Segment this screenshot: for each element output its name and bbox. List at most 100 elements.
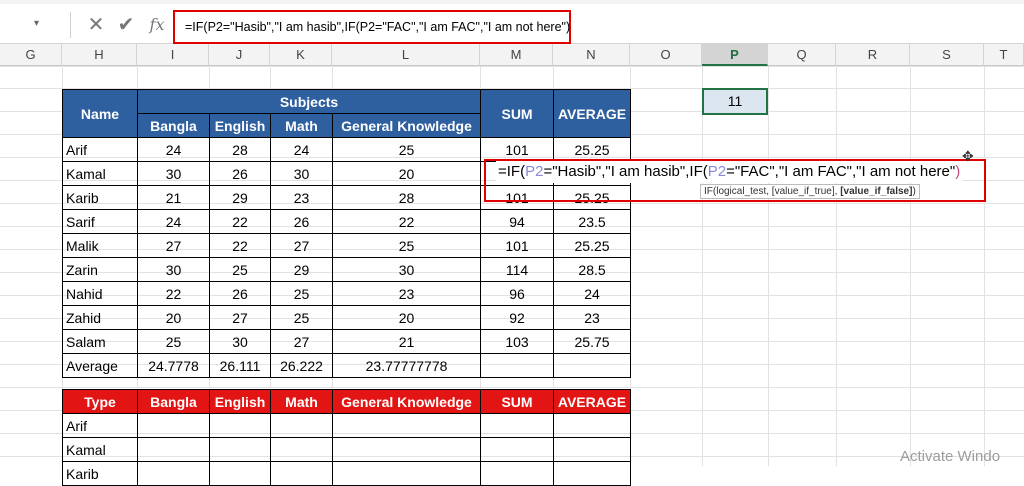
cell[interactable]	[137, 461, 210, 486]
cell[interactable]: 24	[137, 209, 210, 234]
column-header-h[interactable]: H	[62, 44, 137, 66]
cell[interactable]: 22	[209, 209, 271, 234]
cell[interactable]	[480, 413, 554, 438]
name-cell[interactable]: Karib	[62, 185, 138, 210]
cell[interactable]: 22	[137, 281, 210, 306]
cell[interactable]	[553, 461, 631, 486]
column-header-p[interactable]: P	[702, 44, 768, 66]
cell[interactable]: 21	[137, 185, 210, 210]
cell[interactable]: 23	[270, 185, 333, 210]
cell-edit-formula[interactable]: =IF(P2="Hasib","I am hasib",IF(P2="FAC",…	[496, 161, 963, 183]
name-cell[interactable]: Salam	[62, 329, 138, 354]
column-header-q[interactable]: Q	[768, 44, 836, 66]
name-cell[interactable]: Arif	[62, 137, 138, 162]
cell[interactable]	[209, 461, 271, 486]
cell[interactable]: 94	[480, 209, 555, 234]
cell[interactable]: 20	[331, 161, 482, 186]
column-header-s[interactable]: S	[910, 44, 984, 66]
column-header-n[interactable]: N	[553, 44, 630, 66]
insert-function-icon[interactable]: fx	[146, 14, 168, 36]
cell[interactable]: 27	[270, 233, 333, 258]
cell[interactable]	[480, 353, 555, 378]
name-cell[interactable]: Zarin	[62, 257, 138, 282]
cell[interactable]: 30	[137, 257, 210, 282]
cell[interactable]	[270, 413, 333, 438]
cell[interactable]: 24	[270, 137, 333, 162]
cell[interactable]	[137, 413, 210, 438]
cell[interactable]: 21	[331, 329, 482, 354]
cell[interactable]: 25.25	[553, 233, 632, 258]
cell[interactable]: 101	[480, 233, 555, 258]
cell-p2[interactable]: 11	[702, 88, 768, 115]
cell[interactable]: 28	[209, 137, 271, 162]
cell[interactable]: 24.7778	[137, 353, 210, 378]
cell[interactable]: 27	[209, 305, 271, 330]
column-header-g[interactable]: G	[0, 44, 62, 66]
cell[interactable]: 22	[331, 209, 482, 234]
cell[interactable]: 26	[209, 281, 271, 306]
name-cell[interactable]: Kamal	[62, 437, 138, 462]
cell[interactable]	[553, 353, 632, 378]
name-cell[interactable]: Arif	[62, 413, 138, 438]
cell[interactable]: 30	[331, 257, 482, 282]
cell[interactable]: 25	[331, 137, 482, 162]
cell[interactable]	[332, 413, 481, 438]
cancel-icon[interactable]: ✕	[84, 14, 108, 36]
cell[interactable]	[137, 437, 210, 462]
name-cell[interactable]: Nahid	[62, 281, 138, 306]
cell[interactable]: 29	[209, 185, 271, 210]
cell[interactable]: 25	[270, 305, 333, 330]
cell[interactable]: 25	[331, 233, 482, 258]
column-header-t[interactable]: T	[984, 44, 1024, 66]
cell[interactable]: 30	[137, 161, 210, 186]
cell[interactable]: 29	[270, 257, 333, 282]
enter-icon[interactable]: ✔	[114, 14, 138, 36]
cell[interactable]: 103	[480, 329, 555, 354]
cell[interactable]	[480, 461, 554, 486]
cell[interactable]: 30	[270, 161, 333, 186]
cell[interactable]: 27	[270, 329, 333, 354]
cell[interactable]: 24	[553, 281, 632, 306]
cell[interactable]	[332, 461, 481, 486]
cell[interactable]: 25	[137, 329, 210, 354]
cell[interactable]: 24	[137, 137, 210, 162]
cell[interactable]	[209, 437, 271, 462]
cell[interactable]	[209, 413, 271, 438]
cell[interactable]: 28	[331, 185, 482, 210]
cell[interactable]: 101	[480, 137, 555, 162]
cell[interactable]	[332, 437, 481, 462]
cell[interactable]: 26.111	[209, 353, 271, 378]
column-header-k[interactable]: K	[270, 44, 332, 66]
cell[interactable]: 30	[209, 329, 271, 354]
cell[interactable]: 27	[137, 233, 210, 258]
cell[interactable]: 26	[209, 161, 271, 186]
name-cell[interactable]: Kamal	[62, 161, 138, 186]
cell[interactable]: 23.77777778	[331, 353, 482, 378]
cell[interactable]: 20	[137, 305, 210, 330]
average-label[interactable]: Average	[62, 353, 138, 378]
cell[interactable]: 25.75	[553, 329, 632, 354]
cell[interactable]: 92	[480, 305, 555, 330]
cell[interactable]: 23	[331, 281, 482, 306]
cell[interactable]: 114	[480, 257, 555, 282]
column-header-i[interactable]: I	[137, 44, 209, 66]
cell[interactable]: 28.5	[553, 257, 632, 282]
column-header-m[interactable]: M	[480, 44, 553, 66]
cell[interactable]: 26	[270, 209, 333, 234]
cell[interactable]: 25.25	[553, 137, 632, 162]
cell[interactable]	[270, 437, 333, 462]
cell[interactable]	[553, 437, 631, 462]
name-box-dropdown-icon[interactable]: ▾	[34, 18, 46, 30]
cell[interactable]: 22	[209, 233, 271, 258]
cell[interactable]: 26.222	[270, 353, 333, 378]
cell[interactable]: 96	[480, 281, 555, 306]
formula-input[interactable]: =IF(P2="Hasib","I am hasib",IF(P2="FAC",…	[173, 10, 571, 44]
cell[interactable]: 25	[270, 281, 333, 306]
cell[interactable]: 23	[553, 305, 632, 330]
column-header-l[interactable]: L	[332, 44, 480, 66]
cell[interactable]: 25	[209, 257, 271, 282]
cell[interactable]	[480, 437, 554, 462]
cell[interactable]	[553, 413, 631, 438]
name-cell[interactable]: Zahid	[62, 305, 138, 330]
column-header-o[interactable]: O	[630, 44, 702, 66]
